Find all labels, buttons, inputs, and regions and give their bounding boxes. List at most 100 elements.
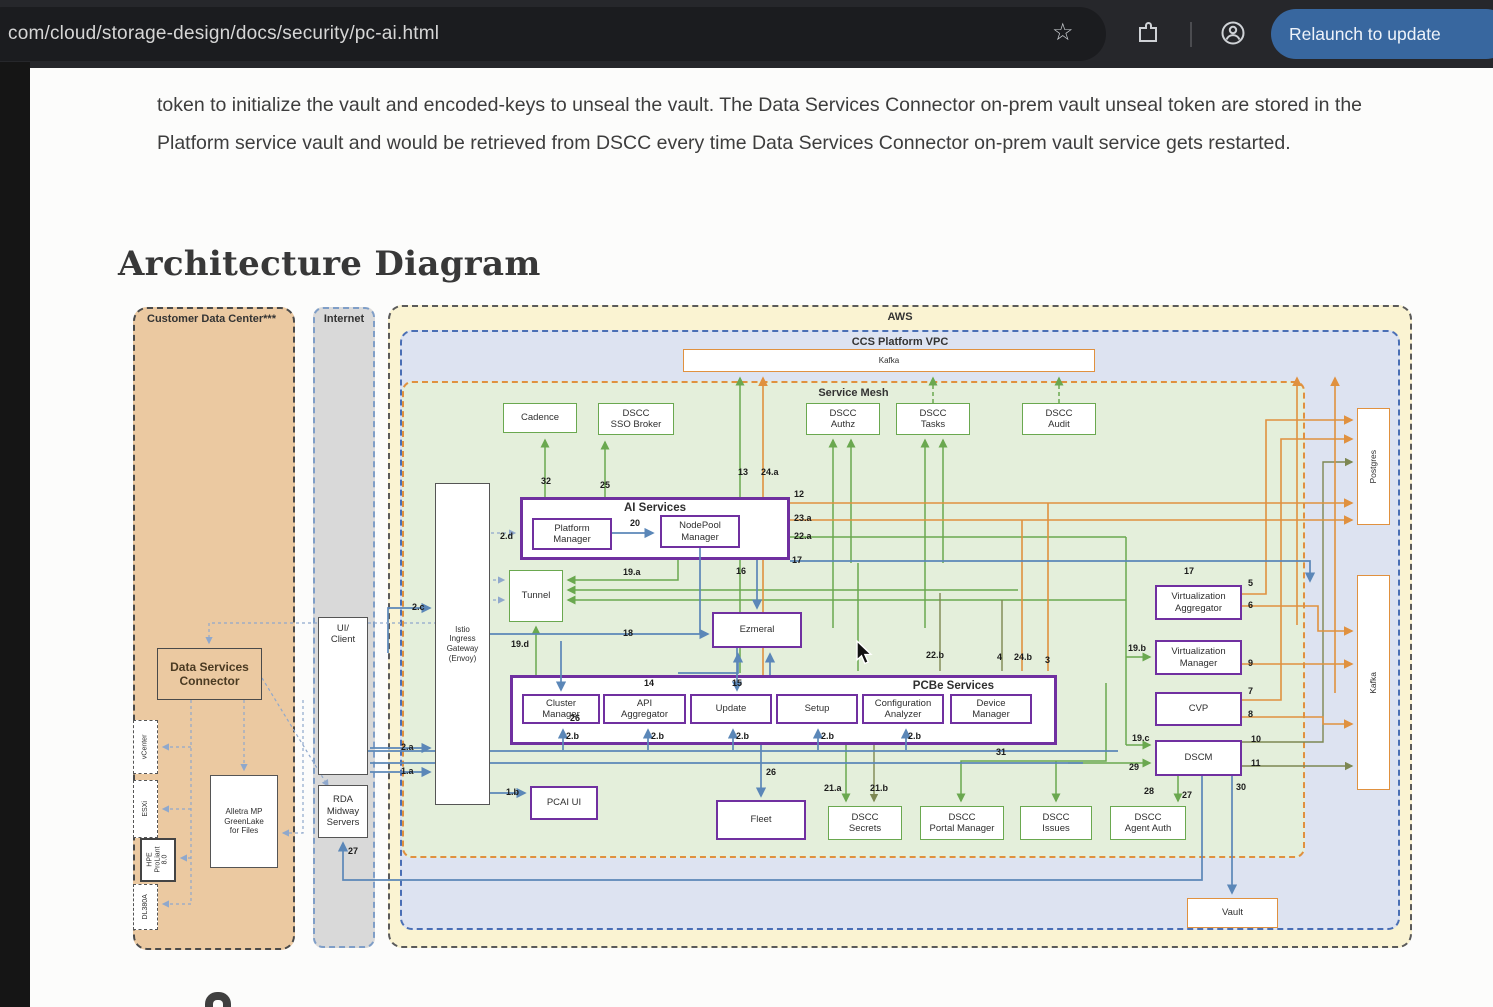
tunnel-box: Tunnel — [509, 570, 563, 622]
postgres-box-label: Postgres — [1368, 450, 1378, 484]
cadence-box-label: Cadence — [521, 412, 559, 423]
edge-label: 15 — [732, 678, 742, 688]
dscc-issues-box: DSCC Issues — [1020, 806, 1092, 840]
esxi-box: ESXi — [133, 780, 158, 838]
dscc-portal-manager-box: DSCC Portal Manager — [920, 806, 1004, 840]
alletra-box: Alletra MP GreenLake for Files — [210, 775, 278, 868]
ui-client-box: UI/ Client — [318, 617, 368, 775]
dscc-tasks-box-label: DSCC Tasks — [920, 408, 947, 431]
edge-label: 19.d — [511, 639, 529, 649]
alletra-box-label: Alletra MP GreenLake for Files — [224, 807, 264, 836]
virtualization-manager-box-label: Virtualization Manager — [1171, 646, 1225, 669]
edge-label: 2.b — [566, 731, 579, 741]
istio-ingress-gateway-box-label: Istio Ingress Gateway (Envoy) — [447, 625, 479, 663]
edge-label: 2.b — [651, 731, 664, 741]
kafka-top-box: Kafka — [683, 349, 1095, 372]
setup-box-label: Setup — [805, 703, 830, 714]
extensions-icon[interactable] — [1135, 20, 1161, 46]
ezmeral-box: Ezmeral — [712, 612, 802, 648]
edge-label: 19.a — [623, 567, 641, 577]
dscc-audit-box-label: DSCC Audit — [1046, 408, 1073, 431]
profile-icon[interactable] — [1220, 20, 1246, 46]
edge-label: 5 — [1248, 578, 1253, 588]
vault-box-label: Vault — [1222, 907, 1243, 918]
edge-label: 2.a — [401, 742, 414, 752]
ui-client-box-label: UI/ Client — [331, 623, 355, 646]
kafka-right-box: Kafka — [1357, 575, 1390, 790]
edge-label: 23.a — [794, 513, 812, 523]
body-paragraph: token to initialize the vault and encode… — [157, 86, 1432, 162]
virtualization-aggregator-box-label: Virtualization Aggregator — [1171, 591, 1225, 614]
virtualization-aggregator-box: Virtualization Aggregator — [1155, 585, 1242, 620]
dl380a-box-label: DL380A — [142, 894, 150, 919]
relaunch-button[interactable]: Relaunch to update — [1271, 9, 1493, 59]
edge-label: 21.b — [870, 783, 888, 793]
region-service-mesh-label: Service Mesh — [404, 387, 1303, 399]
edge-label: 2.b — [908, 731, 921, 741]
edge-label: 19.b — [1128, 643, 1146, 653]
edge-label: 27 — [348, 846, 358, 856]
window-left-edge — [0, 62, 30, 1007]
edge-label: 2.c — [412, 602, 425, 612]
region-ccs-platform-vpc-label: CCS Platform VPC — [402, 336, 1398, 348]
edge-label: 16 — [736, 566, 746, 576]
vcenter-box: vCenter — [133, 720, 158, 774]
edge-label: 8 — [1248, 709, 1253, 719]
data-services-connector-box: Data Services Connector — [157, 648, 262, 700]
dscc-sso-broker-box: DSCC SSO Broker — [598, 403, 674, 435]
data-services-connector-box-label: Data Services Connector — [170, 660, 249, 689]
url-bar[interactable]: com/cloud/storage-design/docs/security/p… — [0, 7, 1106, 61]
edge-label: 21.a — [824, 783, 842, 793]
edge-label: 22.b — [926, 650, 944, 660]
browser-toolbar: com/cloud/storage-design/docs/security/p… — [0, 0, 1493, 68]
edge-label: 20 — [630, 518, 640, 528]
edge-label: 17 — [792, 555, 802, 565]
configuration-analyzer-box-label: Configuration Analyzer — [875, 698, 932, 721]
dscm-box-label: DSCM — [1185, 752, 1213, 763]
configuration-analyzer-box: Configuration Analyzer — [862, 694, 944, 724]
esxi-box-label: ESXi — [142, 801, 150, 817]
cvp-box-label: CVP — [1189, 703, 1209, 714]
nodepool-manager-box: NodePool Manager — [660, 515, 740, 548]
dscc-sso-broker-box-label: DSCC SSO Broker — [611, 408, 662, 431]
edge-label: 2.b — [821, 731, 834, 741]
star-icon[interactable]: ☆ — [1052, 18, 1074, 47]
api-aggregator-box-label: API Aggregator — [621, 698, 668, 721]
cadence-box: Cadence — [503, 403, 577, 433]
edge-label: 28 — [1144, 786, 1154, 796]
kafka-top-box-label: Kafka — [879, 356, 899, 366]
edge-label: 7 — [1248, 686, 1253, 696]
edge-label: 3 — [1045, 655, 1050, 665]
edge-label: 13 — [738, 467, 748, 477]
rda-midway-servers-box-label: RDA Midway Servers — [327, 794, 360, 828]
vcenter-box-label: vCenter — [142, 735, 150, 760]
virtualization-manager-box: Virtualization Manager — [1155, 640, 1242, 675]
postgres-box: Postgres — [1357, 408, 1390, 525]
update-box: Update — [690, 694, 772, 724]
edge-label: 9 — [1248, 658, 1253, 668]
vault-box: Vault — [1187, 898, 1278, 928]
kafka-right-box-label: Kafka — [1368, 672, 1378, 694]
page-title: Architecture Diagram — [118, 244, 541, 284]
edge-label: 26 — [570, 713, 580, 723]
dscc-portal-manager-box-label: DSCC Portal Manager — [930, 812, 995, 835]
hpe-proliant-box-label: HPE ProLiant 8.0 — [146, 847, 169, 873]
edge-label: 19.c — [1132, 733, 1150, 743]
region-internet-label: Internet — [315, 313, 373, 325]
cvp-box: CVP — [1155, 692, 1242, 726]
pcai-ui-box: PCAI UI — [530, 786, 598, 820]
dscc-secrets-box: DSCC Secrets — [828, 806, 902, 840]
edge-label: 24.b — [1014, 652, 1032, 662]
platform-manager-box-label: Platform Manager — [553, 523, 591, 546]
edge-label: 31 — [996, 747, 1006, 757]
dscc-authz-box-label: DSCC Authz — [830, 408, 857, 431]
dscc-authz-box: DSCC Authz — [806, 403, 880, 435]
nodepool-manager-box-label: NodePool Manager — [679, 520, 721, 543]
url-text[interactable]: com/cloud/storage-design/docs/security/p… — [8, 23, 439, 45]
edge-label: 1.b — [506, 787, 519, 797]
region-customer-data-center-label: Customer Data Center*** — [147, 313, 276, 325]
edge-label: 14 — [644, 678, 654, 688]
edge-label: 18 — [623, 628, 633, 638]
edge-label: 6 — [1248, 600, 1253, 610]
pcai-ui-box-label: PCAI UI — [547, 797, 581, 808]
